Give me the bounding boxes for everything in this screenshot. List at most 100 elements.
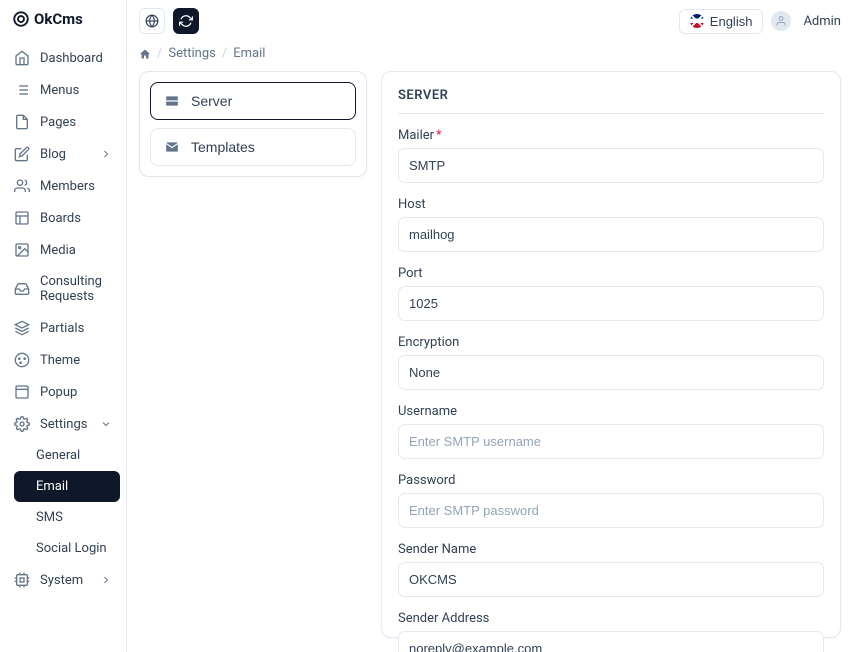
sidebar-item-label: Theme <box>40 353 80 368</box>
layout-icon <box>14 210 30 226</box>
field-password: Password <box>398 473 824 528</box>
sender-name-input[interactable] <box>398 562 824 597</box>
username-input[interactable] <box>398 424 824 459</box>
tab-panel: Server Templates <box>139 71 367 177</box>
password-label: Password <box>398 473 824 488</box>
cpu-icon <box>14 572 30 588</box>
port-input[interactable] <box>398 286 824 321</box>
sidebar-sub-social-login[interactable]: Social Login <box>14 533 120 564</box>
sidebar-item-theme[interactable]: Theme <box>6 344 120 376</box>
sidebar-item-label: Menus <box>40 83 79 98</box>
sidebar-item-label: Partials <box>40 321 84 336</box>
sidebar-item-label: Members <box>40 179 95 194</box>
sender-address-label: Sender Address <box>398 611 824 626</box>
sidebar-sub-email[interactable]: Email <box>14 471 120 502</box>
sidebar-item-members[interactable]: Members <box>6 170 120 202</box>
logo-icon <box>12 10 30 28</box>
field-sender-name: Sender Name <box>398 542 824 597</box>
sidebar: OkCms Dashboard Menus Pages Blog <box>0 0 127 652</box>
logo-text: OkCms <box>34 10 83 28</box>
sidebar-item-settings[interactable]: Settings <box>6 408 120 440</box>
mailer-input[interactable] <box>398 148 824 183</box>
sidebar-item-menus[interactable]: Menus <box>6 74 120 106</box>
refresh-button[interactable] <box>173 8 199 34</box>
host-input[interactable] <box>398 217 824 252</box>
users-icon <box>14 178 30 194</box>
sidebar-item-label: SMS <box>36 510 63 525</box>
sidebar-item-label: Consulting Requests <box>40 274 112 304</box>
sidebar-sub-sms[interactable]: SMS <box>14 502 120 533</box>
edit-icon <box>14 146 30 162</box>
field-sender-address: Sender Address <box>398 611 824 652</box>
encryption-label: Encryption <box>398 335 824 350</box>
breadcrumb: / Settings / Email <box>127 42 853 71</box>
field-host: Host <box>398 197 824 252</box>
sidebar-settings-submenu: General Email SMS Social Login <box>6 440 120 564</box>
sidebar-item-label: General <box>36 448 80 463</box>
list-icon <box>14 82 30 98</box>
encryption-input[interactable] <box>398 355 824 390</box>
form-panel: SERVER Mailer* Host Port Encryption <box>381 71 841 638</box>
user-icon <box>775 15 787 27</box>
sidebar-item-label: Dashboard <box>40 51 103 66</box>
sidebar-item-label: Social Login <box>36 541 107 556</box>
logo[interactable]: OkCms <box>0 0 126 38</box>
sidebar-item-label: Boards <box>40 211 81 226</box>
user-label: Admin <box>803 14 841 29</box>
chevron-right-icon <box>100 574 112 586</box>
server-icon <box>163 94 181 108</box>
password-input[interactable] <box>398 493 824 528</box>
sidebar-item-label: Settings <box>40 417 87 432</box>
tab-label: Templates <box>191 139 255 155</box>
palette-icon <box>14 352 30 368</box>
username-label: Username <box>398 404 824 419</box>
gear-icon <box>14 416 30 432</box>
main: English Admin / Settings / Email Server <box>127 0 853 652</box>
sidebar-item-label: System <box>40 573 83 588</box>
sidebar-sub-general[interactable]: General <box>14 440 120 471</box>
breadcrumb-settings[interactable]: Settings <box>168 46 215 61</box>
globe-button[interactable] <box>139 8 165 34</box>
language-button[interactable]: English <box>679 9 764 34</box>
breadcrumb-current: Email <box>233 46 265 61</box>
breadcrumb-home[interactable] <box>139 48 151 60</box>
inbox-icon <box>14 281 30 297</box>
sidebar-item-blog[interactable]: Blog <box>6 138 120 170</box>
tab-server[interactable]: Server <box>150 82 356 120</box>
mail-icon <box>163 140 181 154</box>
sidebar-item-popup[interactable]: Popup <box>6 376 120 408</box>
sidebar-item-label: Pages <box>40 115 76 130</box>
sidebar-item-label: Media <box>40 243 76 258</box>
sidebar-item-dashboard[interactable]: Dashboard <box>6 42 120 74</box>
breadcrumb-sep: / <box>157 46 162 61</box>
flag-icon <box>690 14 704 28</box>
tab-templates[interactable]: Templates <box>150 128 356 166</box>
sender-name-label: Sender Name <box>398 542 824 557</box>
tab-label: Server <box>191 93 232 109</box>
sidebar-item-label: Blog <box>40 147 66 162</box>
chevron-down-icon <box>100 418 112 430</box>
globe-icon <box>145 14 159 28</box>
language-label: English <box>710 14 753 29</box>
sidebar-item-consulting[interactable]: Consulting Requests <box>6 266 120 312</box>
home-icon <box>14 50 30 66</box>
field-encryption: Encryption <box>398 335 824 390</box>
breadcrumb-sep: / <box>222 46 227 61</box>
sidebar-item-media[interactable]: Media <box>6 234 120 266</box>
sidebar-nav: Dashboard Menus Pages Blog Members B <box>0 38 126 652</box>
avatar[interactable] <box>771 11 791 31</box>
host-label: Host <box>398 197 824 212</box>
refresh-icon <box>179 14 193 28</box>
sidebar-item-system[interactable]: System <box>6 564 120 596</box>
file-icon <box>14 114 30 130</box>
sender-address-input[interactable] <box>398 631 824 652</box>
sidebar-item-boards[interactable]: Boards <box>6 202 120 234</box>
sidebar-item-partials[interactable]: Partials <box>6 312 120 344</box>
content: Server Templates SERVER Mailer* Host <box>127 71 853 652</box>
port-label: Port <box>398 266 824 281</box>
section-title: SERVER <box>398 88 824 114</box>
sidebar-item-pages[interactable]: Pages <box>6 106 120 138</box>
field-mailer: Mailer* <box>398 128 824 183</box>
chevron-right-icon <box>100 148 112 160</box>
layers-icon <box>14 320 30 336</box>
